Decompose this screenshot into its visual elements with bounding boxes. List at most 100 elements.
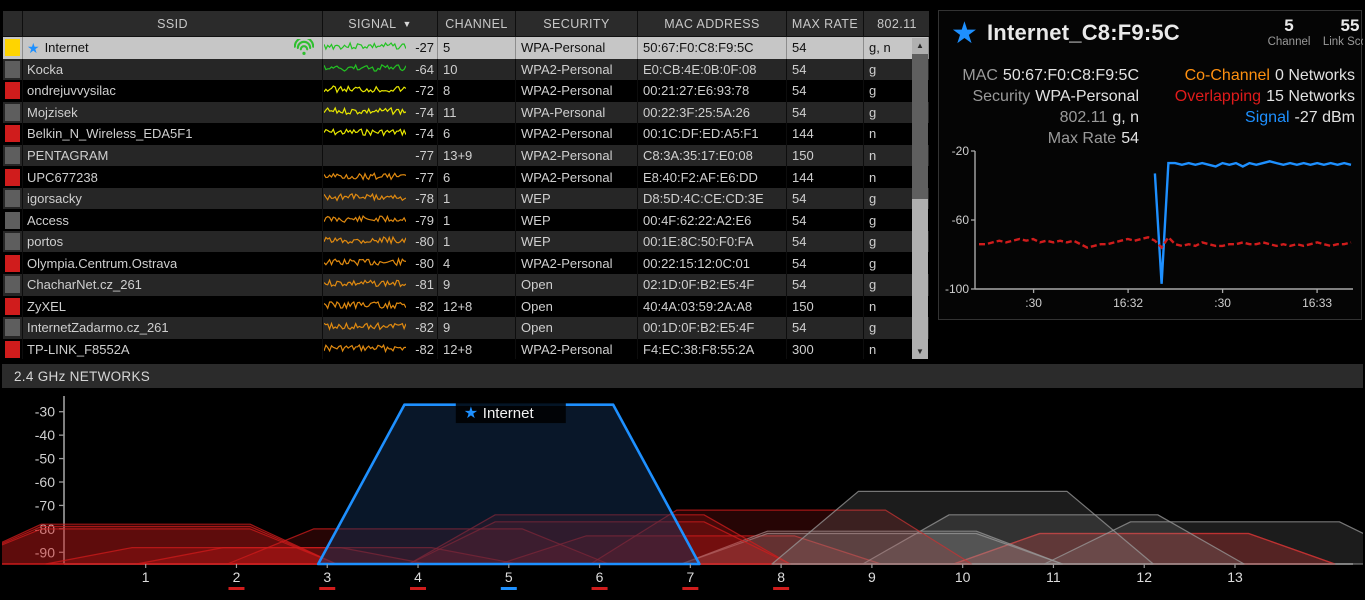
table-body[interactable]: ★ Internet -27 5 WPA-Personal 50:67:F0:C8:F9:…: [3, 37, 929, 359]
channel-tick-label[interactable]: 10: [955, 569, 971, 585]
row-color-swatch-cell: [3, 80, 23, 102]
cell-signal: -74: [323, 101, 438, 124]
signal-value: -78: [415, 191, 434, 207]
scrollbar-track[interactable]: [912, 54, 928, 344]
ssid-label: ChacharNet.cz_261: [27, 277, 142, 293]
signal-value: -81: [415, 277, 434, 293]
channel-usage-underline: [228, 587, 245, 590]
table-row[interactable]: igorsacky -78 1 WEP D8:5D:4C:CE:CD:3E 54 g: [3, 187, 929, 210]
sparkline-holder: [323, 319, 407, 336]
channel-usage-underline: [682, 587, 699, 590]
scrollbar-thumb[interactable]: [912, 54, 928, 199]
ssid-label: Mojzisek: [27, 104, 78, 120]
column-header-ssid[interactable]: SSID: [23, 11, 323, 36]
cell-ssid[interactable]: Belkin_N_Wireless_EDA5F1: [23, 123, 323, 145]
cell-ssid[interactable]: UPC677238: [23, 166, 323, 188]
table-row[interactable]: portos -80 1 WEP 00:1E:8C:50:F0:FA 54 g: [3, 230, 929, 253]
channel-usage-underline: [773, 587, 790, 590]
channel-tick-label[interactable]: 12: [1136, 569, 1152, 585]
channel-tick-label[interactable]: 9: [868, 569, 876, 585]
table-row[interactable]: ondrejuvvysilac -72 8 WPA2-Personal 00:21:27…: [3, 80, 929, 102]
cell-ssid[interactable]: igorsacky: [23, 187, 323, 210]
cell-channel: 11: [438, 101, 516, 124]
detail-field-overlapping: Overlapping 15 Networks: [1139, 86, 1355, 107]
network-detail-panel: ★ Internet_C8:F9:5C 5 Channel 55 Link Sc…: [938, 10, 1365, 320]
table-row[interactable]: ChacharNet.cz_261 -81 9 Open 02:1D:0F:B2:E5:…: [3, 274, 929, 296]
cell-ssid[interactable]: Kocka: [23, 58, 323, 81]
cell-ssid[interactable]: ondrejuvvysilac: [23, 80, 323, 102]
column-header-channel[interactable]: CHANNEL: [438, 11, 516, 36]
scroll-up-arrow-icon[interactable]: ▲: [912, 38, 928, 54]
table-row[interactable]: Belkin_N_Wireless_EDA5F1 -74 6 WPA2-Persona…: [3, 123, 929, 145]
cell-channel: 1: [438, 209, 516, 231]
channel-tick-label[interactable]: 2: [233, 569, 241, 585]
cell-ssid[interactable]: PENTAGRAM: [23, 144, 323, 167]
cell-ssid[interactable]: InternetZadarmo.cz_261: [23, 317, 323, 339]
cell-security: WPA2-Personal: [516, 58, 638, 81]
cell-max-rate: 54: [787, 252, 864, 275]
signal-value: -82: [415, 320, 434, 336]
table-row[interactable]: TP-LINK_F8552A -82 12+8 WPA2-Personal F4:EC:…: [3, 338, 929, 359]
row-color-swatch: [5, 60, 20, 78]
row-color-swatch-cell: [3, 230, 23, 253]
table-row[interactable]: ★ Internet -27 5 WPA-Personal 50:67:F0:C8:F9:…: [3, 37, 929, 59]
channel-usage-underline: [410, 587, 427, 590]
channel-tick-label[interactable]: 7: [686, 569, 694, 585]
row-color-swatch-cell: [3, 187, 23, 210]
table-row[interactable]: Mojzisek -74 11 WPA-Personal 00:22:3F:25:5A:…: [3, 101, 929, 124]
column-header-swatch[interactable]: [3, 11, 23, 36]
signal-sparkline: [323, 192, 407, 202]
network-channel-curve: [0, 523, 337, 565]
row-color-swatch: [5, 82, 20, 100]
scroll-down-arrow-icon[interactable]: ▼: [912, 344, 928, 359]
channel-tick-label[interactable]: 6: [596, 569, 604, 585]
kpi-link-score-value: 55: [1340, 16, 1360, 35]
table-row[interactable]: Access -79 1 WEP 00:4F:62:22:A2:E6 54 g: [3, 209, 929, 231]
cell-ssid[interactable]: ★ Internet: [23, 37, 323, 59]
channel-tick-label[interactable]: 5: [505, 569, 513, 585]
column-header-security[interactable]: SECURITY: [516, 11, 638, 36]
cell-channel: 6: [438, 166, 516, 188]
column-header-maxrate[interactable]: MAX RATE: [787, 11, 864, 36]
table-scrollbar[interactable]: ▲ ▼: [912, 38, 928, 359]
ssid-label: Access: [27, 212, 69, 228]
channel-tick-label[interactable]: 1: [142, 569, 150, 585]
cell-security: Open: [516, 317, 638, 339]
column-header-label: MAC ADDRESS: [664, 16, 760, 31]
star-icon[interactable]: ★: [951, 19, 978, 49]
table-row[interactable]: PENTAGRAM -77 13+9 WPA2-Personal C8:3A:35:17…: [3, 144, 929, 167]
detail-field-label: 802.11: [1059, 109, 1108, 126]
channel-tick-label[interactable]: 3: [323, 569, 331, 585]
sort-descending-icon[interactable]: ▼: [402, 19, 411, 29]
cell-ssid[interactable]: Access: [23, 209, 323, 231]
channel-tick-label[interactable]: 8: [777, 569, 785, 585]
cell-max-rate: 54: [787, 58, 864, 81]
ssid-label: Internet: [44, 40, 89, 56]
channel-tick-label[interactable]: 11: [1046, 569, 1061, 585]
cell-ssid[interactable]: Mojzisek: [23, 101, 323, 124]
cell-ssid[interactable]: Olympia.Centrum.Ostrava: [23, 252, 323, 275]
cell-mac: D8:5D:4C:CE:CD:3E: [638, 187, 787, 210]
signal-sparkline: [323, 41, 407, 51]
cell-ssid[interactable]: ChacharNet.cz_261: [23, 274, 323, 296]
column-header-mac[interactable]: MAC ADDRESS: [638, 11, 787, 36]
column-header-standard[interactable]: 802.11: [864, 11, 929, 36]
cell-ssid[interactable]: portos: [23, 230, 323, 253]
cell-channel: 6: [438, 123, 516, 145]
column-header-signal[interactable]: SIGNAL ▼: [323, 11, 438, 36]
cell-signal: -82: [323, 317, 438, 339]
table-row[interactable]: Kocka -64 10 WPA2-Personal E0:CB:4E:0B:0F:08…: [3, 58, 929, 81]
channel-tick-label[interactable]: 13: [1227, 569, 1243, 585]
channel-tick-label[interactable]: 4: [414, 569, 422, 585]
cell-ssid[interactable]: ZyXEL: [23, 295, 323, 318]
table-row[interactable]: Olympia.Centrum.Ostrava -80 4 WPA2-Personal…: [3, 252, 929, 275]
cell-ssid[interactable]: TP-LINK_F8552A: [23, 338, 323, 359]
channel-graph-svg: -30-40-50-60-70-80-9012345678910111213★I…: [0, 396, 1365, 590]
table-row[interactable]: UPC677238 -77 6 WPA2-Personal E8:40:F2:AF:E6…: [3, 166, 929, 188]
bottom-chart-title-bar: 2.4 GHz NETWORKS: [2, 364, 1363, 388]
table-row[interactable]: ZyXEL -82 12+8 Open 40:4A:03:59:2A:A8 150 n: [3, 295, 929, 318]
table-row[interactable]: InternetZadarmo.cz_261 -82 9 Open 00:1D:0F:B…: [3, 317, 929, 339]
detail-field-label: Signal: [1245, 109, 1290, 126]
star-icon[interactable]: ★: [27, 41, 40, 55]
signal-value: -79: [415, 212, 434, 228]
